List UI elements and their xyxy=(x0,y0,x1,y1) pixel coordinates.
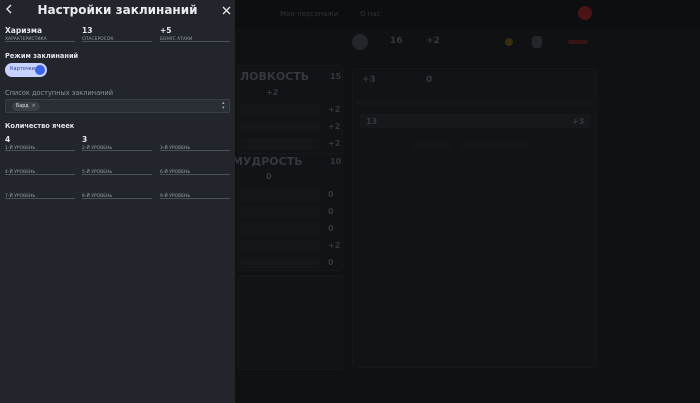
slot-level-7-caption: 7-Й УРОВЕНЬ xyxy=(5,194,36,199)
attack-bonus-value: +5 xyxy=(160,26,172,35)
chip-remove-icon[interactable]: × xyxy=(32,104,36,109)
spell-slots-label: Количество ячеек xyxy=(5,122,75,130)
slot-level-1-value: 4 xyxy=(5,135,11,144)
slot-level-2-caption: 2-Й УРОВЕНЬ xyxy=(82,146,113,151)
slot-level-2-value: 3 xyxy=(82,135,88,144)
toggle-knob xyxy=(35,65,45,75)
app-root: Мои персонажи О нас 16 +2 ЛОВКОСТЬ 15 +2… xyxy=(0,0,700,403)
spells-list-select[interactable]: Бард × ▴ ▾ xyxy=(5,99,230,113)
slot-level-3-caption: 3-Й УРОВЕНЬ xyxy=(160,146,191,151)
save-dc-caption: СПАСБРОСОК xyxy=(82,37,114,42)
select-arrows-icon: ▴ ▾ xyxy=(222,100,225,111)
spell-mode-toggle[interactable]: Карточки xyxy=(5,63,47,77)
spell-settings-panel: Настройки заклинаний Харизма ХАРАКТЕРИСТ… xyxy=(0,0,235,403)
spellcasting-ability-caption: ХАРАКТЕРИСТИКА xyxy=(5,37,47,42)
slot-level-5-caption: 5-Й УРОВЕНЬ xyxy=(82,170,113,175)
slot-level-8-caption: 8-Й УРОВЕНЬ xyxy=(82,194,113,199)
spells-list-chip-label: Бард xyxy=(16,104,29,109)
panel-header: Настройки заклинаний xyxy=(0,0,235,22)
close-icon[interactable] xyxy=(219,4,233,18)
spells-list-chip: Бард × xyxy=(12,102,40,111)
save-dc-value: 13 xyxy=(82,26,93,35)
slot-level-6-caption: 6-Й УРОВЕНЬ xyxy=(160,170,191,175)
attack-bonus-caption: БОНУС АТАКИ xyxy=(160,37,193,42)
spells-list-label: Список доступных заклинаний xyxy=(5,89,113,97)
spell-mode-label: Режим заклинаний xyxy=(5,52,79,60)
slot-level-1-caption: 1-Й УРОВЕНЬ xyxy=(5,146,36,151)
slot-level-4-caption: 4-Й УРОВЕНЬ xyxy=(5,170,36,175)
spell-mode-toggle-label: Карточки xyxy=(10,66,35,72)
slot-level-9-caption: 9-Й УРОВЕНЬ xyxy=(160,194,191,199)
panel-title: Настройки заклинаний xyxy=(37,3,198,17)
spellcasting-ability-value: Харизма xyxy=(5,26,43,35)
